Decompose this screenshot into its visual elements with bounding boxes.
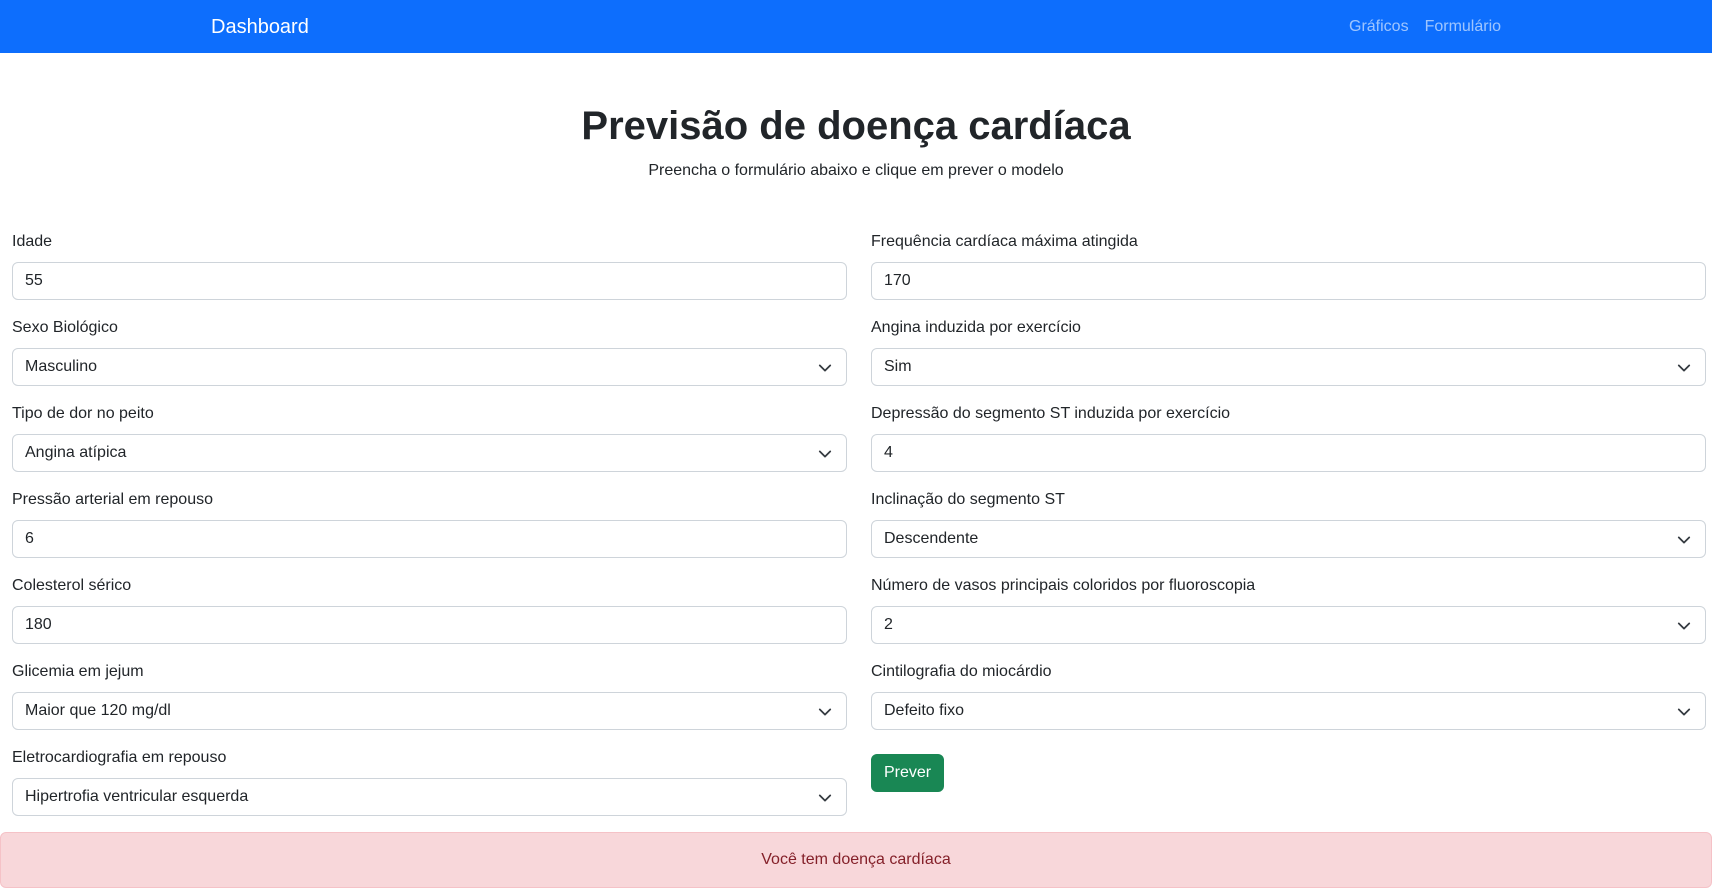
form-field-angina-induzida-por-exercicio: Angina induzida por exercício Sim: [871, 316, 1706, 402]
field-label: Glicemia em jejum: [12, 663, 144, 680]
chevron-down-icon: [818, 450, 832, 458]
form-field-eletrocardiografia-em-repouso: Eletrocardiografia em repouso Hipertrofia…: [12, 746, 847, 832]
form-column-left: Idade 55 Sexo Biológico Masculino Tipo de do…: [12, 230, 847, 832]
select-value: 2: [884, 616, 893, 633]
field-label: Colesterol sérico: [12, 577, 132, 594]
form-field-pressao-arterial-em-repouso: Pressão arterial em repouso 6: [12, 488, 847, 574]
chevron-down-icon: [1677, 536, 1691, 544]
angina-induzida-por-exercicio-select[interactable]: Sim: [871, 348, 1706, 386]
chevron-down-icon: [1677, 708, 1691, 716]
form-field-numero-de-vasos-principais-coloridos-por-fluoroscopia: Número de vasos principais coloridos por…: [871, 574, 1706, 660]
nav-link-graficos[interactable]: Gráficos: [1349, 16, 1409, 38]
field-label: Inclinação do segmento ST: [871, 491, 1065, 508]
form-field-cintilografia-do-miocardio: Cintilografia do miocárdio Defeito fixo: [871, 660, 1706, 746]
result-alert: Você tem doença cardíaca: [0, 832, 1712, 888]
eletrocardiografia-em-repouso-select[interactable]: Hipertrofia ventricular esquerda: [12, 778, 847, 816]
field-label: Depressão do segmento ST induzida por ex…: [871, 405, 1231, 422]
form-field-sexo-biologico: Sexo Biológico Masculino: [12, 316, 847, 402]
depressao-do-segmento-st-induzida-por-exercicio-input[interactable]: 4: [871, 434, 1706, 472]
field-label: Pressão arterial em repouso: [12, 491, 213, 508]
select-value: Sim: [884, 358, 912, 375]
form-field-idade: Idade 55: [12, 230, 847, 316]
select-value: Descendente: [884, 530, 979, 547]
input-value: 55: [25, 272, 43, 289]
page-subtitle: Preencha o formulário abaixo e clique em…: [648, 162, 1064, 179]
chevron-down-icon: [818, 794, 832, 802]
cintilografia-do-miocardio-select[interactable]: Defeito fixo: [871, 692, 1706, 730]
input-value: 180: [25, 616, 52, 633]
frequencia-cardiaca-maxima-atingida-input[interactable]: 170: [871, 262, 1706, 300]
select-value: Defeito fixo: [884, 702, 965, 719]
navbar: Dashboard Gráficos Formulário: [0, 0, 1712, 53]
glicemia-em-jejum-select[interactable]: Maior que 120 mg/dl: [12, 692, 847, 730]
page-header: Previsão de doença cardíaca Preencha o f…: [0, 102, 1712, 182]
colesterol-serico-input[interactable]: 180: [12, 606, 847, 644]
numero-de-vasos-principais-coloridos-por-fluoroscopia-select[interactable]: 2: [871, 606, 1706, 644]
pressao-arterial-em-repouso-input[interactable]: 6: [12, 520, 847, 558]
form-field-tipo-de-dor-no-peito: Tipo de dor no peito Angina atípica: [12, 402, 847, 488]
field-label: Angina induzida por exercício: [871, 319, 1081, 336]
field-label: Número de vasos principais coloridos por…: [871, 577, 1256, 594]
field-label: Tipo de dor no peito: [12, 405, 154, 422]
nav-links: Gráficos Formulário: [1349, 16, 1501, 38]
input-value: 6: [25, 530, 34, 547]
select-value: Angina atípica: [25, 444, 127, 461]
form-field-glicemia-em-jejum: Glicemia em jejum Maior que 120 mg/dl: [12, 660, 847, 746]
navbar-brand[interactable]: Dashboard: [211, 14, 309, 40]
field-label: Frequência cardíaca máxima atingida: [871, 233, 1138, 250]
field-label: Cintilografia do miocárdio: [871, 663, 1052, 680]
page-title: Previsão de doença cardíaca: [581, 104, 1131, 148]
input-value: 4: [884, 444, 893, 461]
chevron-down-icon: [818, 708, 832, 716]
form-field-colesterol-serico: Colesterol sérico 180: [12, 574, 847, 660]
form-field-frequencia-cardiaca-maxima-atingida: Frequência cardíaca máxima atingida 170: [871, 230, 1706, 316]
select-value: Maior que 120 mg/dl: [25, 702, 171, 719]
field-label: Sexo Biológico: [12, 319, 118, 336]
idade-input[interactable]: 55: [12, 262, 847, 300]
nav-link-formulario[interactable]: Formulário: [1425, 16, 1501, 38]
inclinacao-do-segmento-st-select[interactable]: Descendente: [871, 520, 1706, 558]
input-value: 170: [884, 272, 911, 289]
select-value: Hipertrofia ventricular esquerda: [25, 788, 249, 805]
field-label: Eletrocardiografia em repouso: [12, 749, 227, 766]
tipo-de-dor-no-peito-select[interactable]: Angina atípica: [12, 434, 847, 472]
select-value: Masculino: [25, 358, 98, 375]
form-field-depressao-do-segmento-st-induzida-por-exercicio: Depressão do segmento ST induzida por ex…: [871, 402, 1706, 488]
chevron-down-icon: [818, 364, 832, 372]
sexo-biologico-select[interactable]: Masculino: [12, 348, 847, 386]
form-column-right: Frequência cardíaca máxima atingida 170 An…: [871, 230, 1706, 832]
field-label: Idade: [12, 233, 53, 250]
form-field-inclinacao-do-segmento-st: Inclinação do segmento ST Descendente: [871, 488, 1706, 574]
chevron-down-icon: [1677, 622, 1691, 630]
chevron-down-icon: [1677, 364, 1691, 372]
submit-button[interactable]: Prever: [871, 754, 945, 792]
prediction-form: Idade 55 Sexo Biológico Masculino Tipo de do…: [12, 230, 1706, 832]
